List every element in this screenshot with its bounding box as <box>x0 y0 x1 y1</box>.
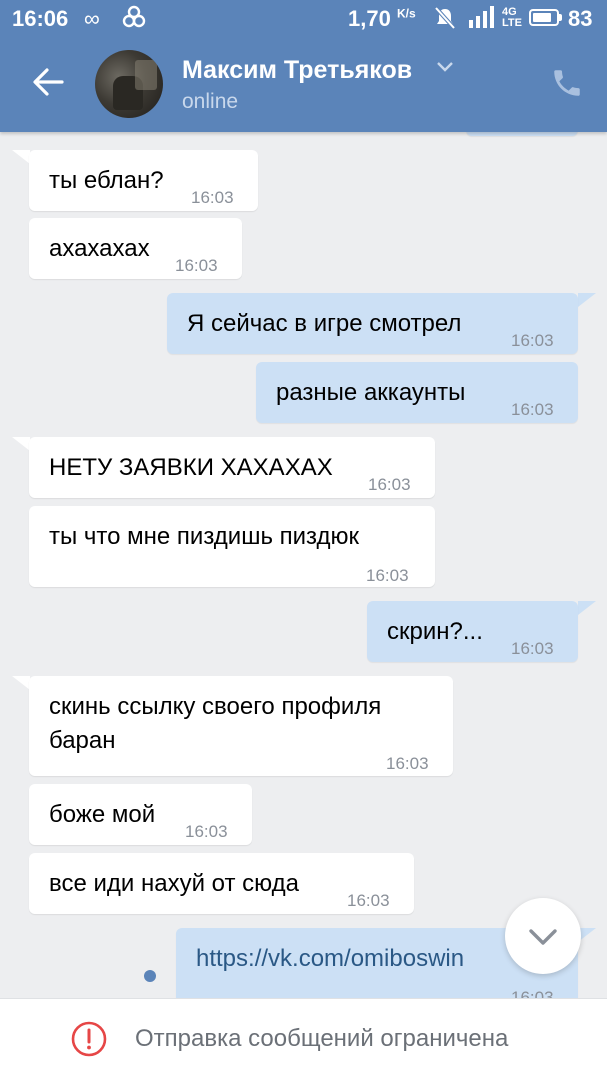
message-text: все иди нахуй от сюда <box>49 870 299 897</box>
message-bubble[interactable]: Я сейчас в игре смотрел 16:03 <box>167 293 578 354</box>
message-time: 16:03 <box>511 988 554 998</box>
message-bubble[interactable]: скинь ссылку своего профиля баран 16:03 <box>29 676 453 776</box>
message-time: 16:03 <box>191 188 234 207</box>
message-text: ты еблан? <box>49 167 164 194</box>
restriction-text: Отправка сообщений ограничена <box>135 1025 509 1052</box>
message-text: ахахахах <box>49 235 150 262</box>
message-bubble[interactable]: скрин?... 16:03 <box>367 601 578 662</box>
message-bubble[interactable]: ахахахах 16:03 <box>29 218 242 279</box>
lte-icon: 4G LTE <box>502 6 522 29</box>
message-time: 16:03 <box>511 639 554 658</box>
message-time: 16:03 <box>366 566 409 585</box>
message-text: боже мой <box>49 801 156 828</box>
message-time: 16:03 <box>386 754 429 773</box>
status-bar: 16:06 ∞ 1,70 K/s 4G LTE 83 <box>0 0 607 38</box>
status-time: 16:06 <box>12 6 69 31</box>
battery-icon <box>529 9 559 26</box>
message-time: 16:03 <box>511 331 554 350</box>
link-icon <box>120 4 148 36</box>
unread-indicator <box>144 970 156 982</box>
message-time: 16:03 <box>511 400 554 419</box>
contact-status: online <box>182 90 239 113</box>
chevron-down-icon[interactable] <box>436 58 454 79</box>
back-arrow-icon[interactable] <box>28 62 68 102</box>
battery-percent: 83 <box>568 6 593 31</box>
message-list[interactable]: ты еблан? 16:03 ахахахах 16:03 Я сейчас … <box>0 132 607 998</box>
chat-header: 16:06 ∞ 1,70 K/s 4G LTE 83 Максим Третьяк… <box>0 0 607 132</box>
scroll-down-button[interactable] <box>505 898 581 974</box>
exclamation-circle-icon <box>70 1020 108 1058</box>
message-bubble[interactable]: ты еблан? 16:03 <box>29 150 258 211</box>
chevron-down-icon <box>529 929 557 945</box>
message-text: Я сейчас в игре смотрел <box>187 310 462 337</box>
message-bubble[interactable]: боже мой 16:03 <box>29 784 252 845</box>
message-text: скрин?... <box>387 618 483 645</box>
restriction-bar: Отправка сообщений ограничена <box>0 998 607 1081</box>
net-speed: 1,70 K/s <box>348 6 416 31</box>
message-time: 16:03 <box>175 256 218 275</box>
message-bubble[interactable]: ты что мне пиздишь пиздюк 16:03 <box>29 506 435 587</box>
message-bubble[interactable]: разные аккаунты 16:03 <box>256 362 578 423</box>
avatar[interactable] <box>95 50 163 118</box>
battery-fill <box>533 13 551 22</box>
message-time: 16:03 <box>347 891 390 910</box>
contact-name[interactable]: Максим Третьяков <box>182 56 412 85</box>
battery-tip <box>559 14 562 21</box>
message-time: 16:03 <box>185 822 228 841</box>
message-bubble[interactable]: НЕТУ ЗАЯВКИ ХАХАХАХ 16:03 <box>29 437 435 498</box>
message-text: ты что мне пиздишь пиздюк <box>49 523 360 550</box>
signal-icon <box>468 6 496 34</box>
message-text: НЕТУ ЗАЯВКИ ХАХАХАХ <box>49 454 333 481</box>
infinity-icon: ∞ <box>84 6 100 31</box>
phone-icon[interactable] <box>550 66 584 100</box>
message-bubble-partial <box>466 132 578 136</box>
alarm-off-icon <box>432 5 458 37</box>
message-link[interactable]: https://vk.com/omiboswin <box>196 945 464 972</box>
message-text: разные аккаунты <box>276 379 466 406</box>
message-bubble[interactable]: все иди нахуй от сюда 16:03 <box>29 853 414 914</box>
message-time: 16:03 <box>368 475 411 494</box>
